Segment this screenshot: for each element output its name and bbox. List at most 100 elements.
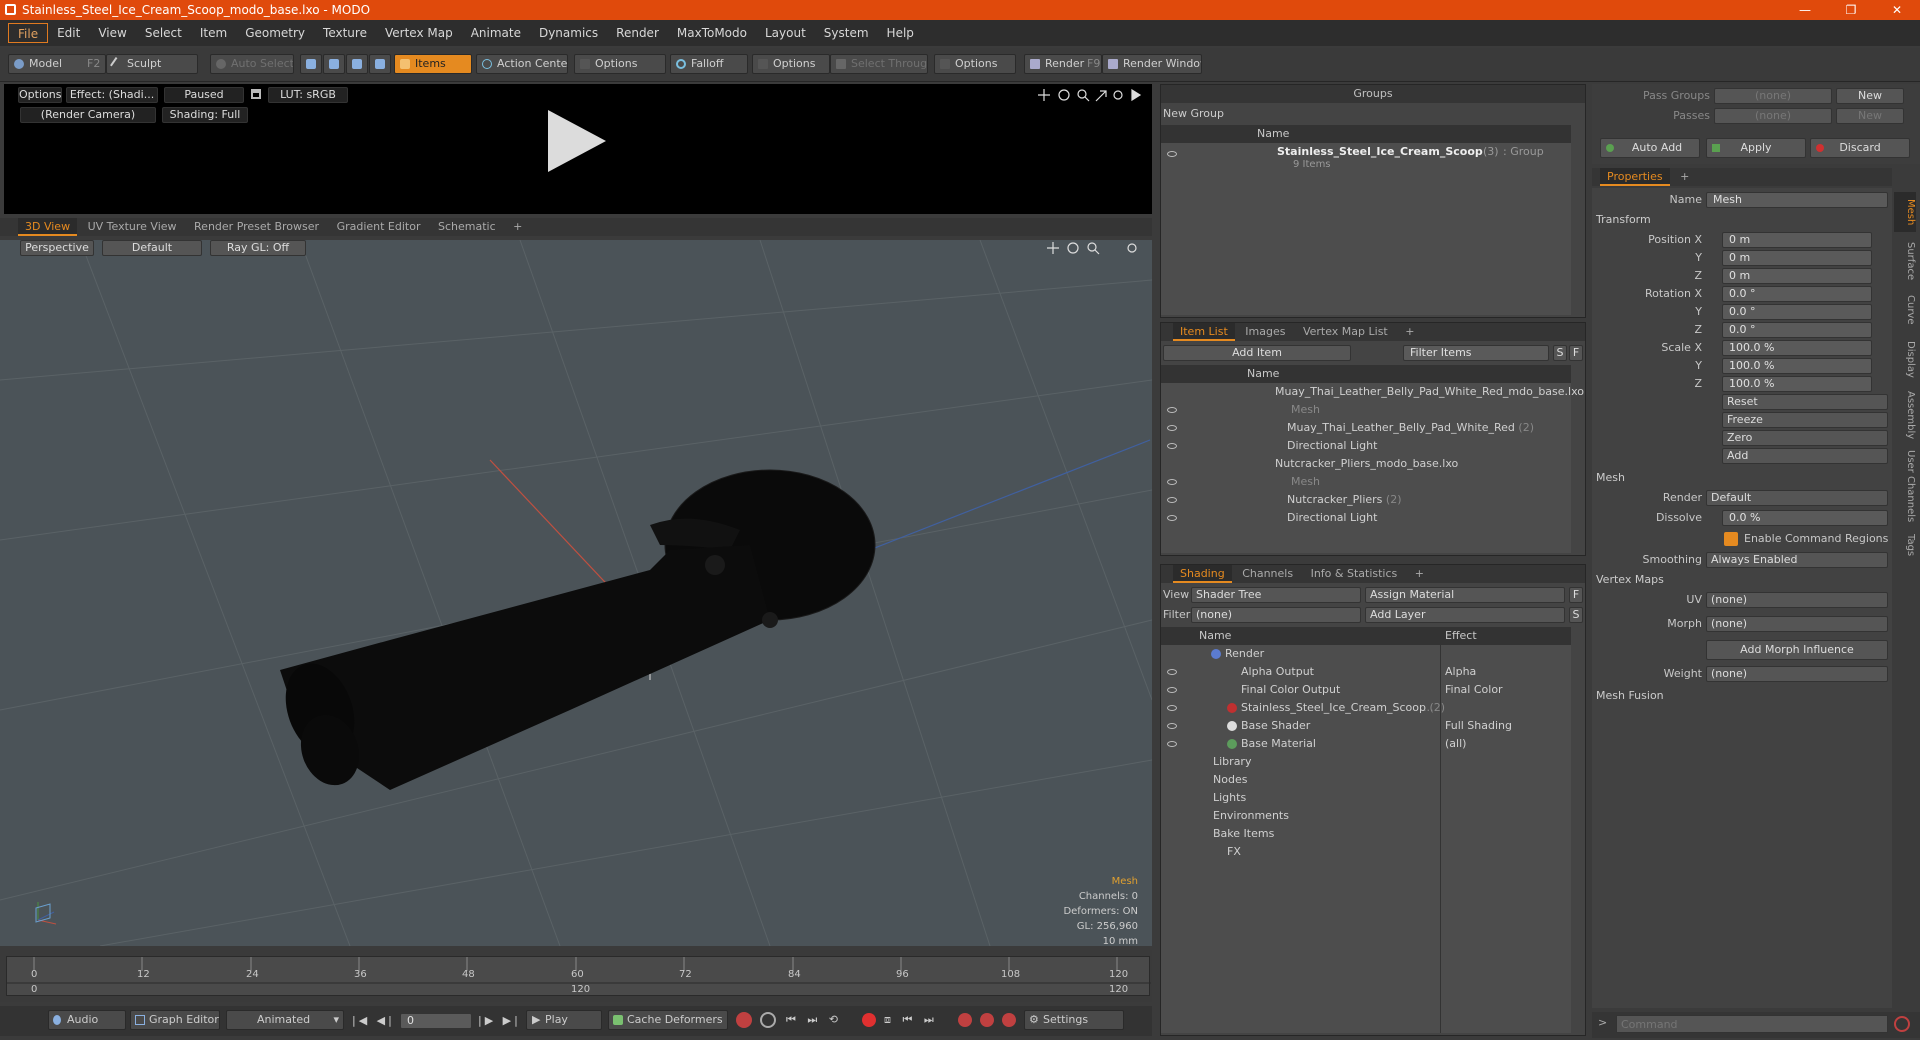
passes-dropdown[interactable]: (none) bbox=[1714, 108, 1832, 124]
select-options-button[interactable]: Options bbox=[934, 54, 1016, 74]
menu-render[interactable]: Render bbox=[607, 23, 668, 43]
eye-icon[interactable] bbox=[1167, 479, 1177, 485]
rotation-z-field[interactable]: 0.0 ° bbox=[1722, 322, 1872, 338]
add-item-dropdown[interactable]: Add Item bbox=[1163, 345, 1351, 361]
menu-animate[interactable]: Animate bbox=[462, 23, 530, 43]
enable-command-regions-checkbox[interactable] bbox=[1724, 532, 1738, 546]
menu-help[interactable]: Help bbox=[878, 23, 923, 43]
side-tab-mesh[interactable]: Mesh bbox=[1894, 192, 1916, 232]
menu-geometry[interactable]: Geometry bbox=[236, 23, 314, 43]
preview-camera-dropdown[interactable]: (Render Camera) bbox=[20, 107, 156, 123]
preview-lut-dropdown[interactable]: LUT: sRGB bbox=[268, 87, 348, 103]
record-icon[interactable] bbox=[862, 1013, 876, 1027]
settings-button[interactable]: ⚙ Settings bbox=[1024, 1010, 1124, 1030]
eye-icon[interactable] bbox=[1167, 151, 1177, 157]
shader-row-bake-items[interactable]: Bake Items bbox=[1161, 825, 1274, 843]
list-item[interactable]: Mesh bbox=[1161, 401, 1320, 419]
vertices-mode-button[interactable] bbox=[300, 54, 322, 74]
timeline-ruler[interactable]: 0 12 24 36 48 60 72 84 96 108 120 0 120 … bbox=[6, 956, 1151, 996]
viewport-nav-icons[interactable] bbox=[1046, 241, 1146, 255]
menu-layout[interactable]: Layout bbox=[756, 23, 815, 43]
eye-icon[interactable] bbox=[1167, 443, 1177, 449]
assign-material-dropdown[interactable]: Assign Material bbox=[1365, 587, 1565, 603]
eye-icon[interactable] bbox=[1167, 723, 1177, 729]
eye-icon[interactable] bbox=[1167, 687, 1177, 693]
current-frame-field[interactable]: 0 bbox=[400, 1013, 472, 1029]
shader-row-render[interactable]: Render bbox=[1161, 645, 1571, 663]
filter-items-field[interactable]: Filter Items bbox=[1403, 345, 1549, 361]
model-mode-button[interactable]: Model F2 bbox=[8, 54, 106, 74]
tab-shading[interactable]: Shading bbox=[1173, 565, 1232, 583]
scale-x-field[interactable]: 100.0 % bbox=[1722, 340, 1872, 356]
shader-row-library[interactable]: Library bbox=[1161, 753, 1251, 771]
add-dropdown[interactable]: Add bbox=[1722, 448, 1888, 464]
perspective-dropdown[interactable]: Perspective bbox=[20, 240, 94, 256]
materials-mode-button[interactable] bbox=[369, 54, 391, 74]
freeze-dropdown[interactable]: Freeze bbox=[1722, 412, 1888, 428]
mesh-fusion-section[interactable]: Mesh Fusion bbox=[1596, 688, 1896, 704]
render-dropdown[interactable]: Default bbox=[1706, 490, 1888, 506]
morph-dropdown[interactable]: (none) bbox=[1706, 616, 1888, 632]
mesh-section[interactable]: Mesh bbox=[1596, 470, 1896, 486]
menu-system[interactable]: System bbox=[815, 23, 878, 43]
list-item[interactable]: Muay_Thai_Leather_Belly_Pad_White_Red_md… bbox=[1161, 383, 1584, 401]
graph-editor-button[interactable]: Graph Editor bbox=[130, 1010, 220, 1030]
menu-edit[interactable]: Edit bbox=[48, 23, 89, 43]
tab-3d-view[interactable]: 3D View bbox=[18, 218, 78, 236]
items-mode-button[interactable]: Items bbox=[394, 54, 472, 74]
menu-dynamics[interactable]: Dynamics bbox=[530, 23, 607, 43]
transform-section[interactable]: Transform bbox=[1596, 212, 1896, 228]
tab-images[interactable]: Images bbox=[1238, 323, 1292, 341]
eye-icon[interactable] bbox=[1167, 515, 1177, 521]
command-input[interactable] bbox=[1616, 1015, 1888, 1033]
dissolve-field[interactable]: 0.0 % bbox=[1722, 510, 1888, 526]
transport-prev-buttons[interactable]: |◀ ◀| bbox=[352, 1014, 395, 1027]
auto-add-button[interactable]: Auto Add bbox=[1600, 138, 1700, 158]
shader-row-final-color[interactable]: Final Color Output Final Color bbox=[1161, 681, 1571, 699]
menu-view[interactable]: View bbox=[89, 23, 135, 43]
add-tab-icon[interactable]: + bbox=[506, 218, 529, 236]
add-tab-icon[interactable]: + bbox=[1408, 565, 1431, 583]
edges-mode-button[interactable] bbox=[323, 54, 345, 74]
key-add-icon[interactable] bbox=[958, 1013, 972, 1027]
key-clear-icon[interactable] bbox=[1002, 1013, 1016, 1027]
discard-button[interactable]: Discard bbox=[1810, 138, 1910, 158]
preview-nav-icons[interactable] bbox=[1038, 88, 1146, 102]
eye-icon[interactable] bbox=[1167, 497, 1177, 503]
name-field[interactable]: Mesh bbox=[1706, 192, 1888, 208]
play-button[interactable]: ▶ Play bbox=[526, 1010, 602, 1030]
tab-info-statistics[interactable]: Info & Statistics bbox=[1304, 565, 1405, 583]
list-item[interactable]: Directional Light bbox=[1161, 509, 1377, 527]
list-item[interactable]: Directional Light bbox=[1161, 437, 1377, 455]
eye-icon[interactable] bbox=[1167, 425, 1177, 431]
command-stop-icon[interactable] bbox=[1894, 1016, 1910, 1032]
list-item[interactable]: Muay_Thai_Leather_Belly_Pad_White_Red (2… bbox=[1161, 419, 1534, 437]
add-tab-icon[interactable]: + bbox=[1673, 168, 1696, 186]
record-key-icon[interactable] bbox=[736, 1012, 752, 1028]
zero-dropdown[interactable]: Zero bbox=[1722, 430, 1888, 446]
tab-properties[interactable]: Properties bbox=[1600, 168, 1670, 186]
eye-icon[interactable] bbox=[1167, 407, 1177, 413]
shader-row-nodes[interactable]: Nodes bbox=[1161, 771, 1247, 789]
pass-groups-dropdown[interactable]: (none) bbox=[1714, 88, 1832, 104]
audio-button[interactable]: Audio bbox=[48, 1010, 126, 1030]
falloff-button[interactable]: Falloff bbox=[670, 54, 748, 74]
action-center-button[interactable]: Action Center bbox=[476, 54, 568, 74]
group-item-name[interactable]: Stainless_Steel_Ice_Cream_Scoop bbox=[1277, 145, 1483, 158]
weight-dropdown[interactable]: (none) bbox=[1706, 666, 1888, 682]
rotation-y-field[interactable]: 0.0 ° bbox=[1722, 304, 1872, 320]
menu-texture[interactable]: Texture bbox=[314, 23, 376, 43]
menu-maxtomodo[interactable]: MaxToModo bbox=[668, 23, 756, 43]
polygons-mode-button[interactable] bbox=[346, 54, 368, 74]
menu-item[interactable]: Item bbox=[191, 23, 236, 43]
shading-f-button[interactable]: F bbox=[1569, 587, 1583, 603]
tab-channels[interactable]: Channels bbox=[1235, 565, 1300, 583]
ice-cream-scoop-mesh[interactable] bbox=[270, 430, 990, 790]
falloff-options-button[interactable]: Options bbox=[752, 54, 830, 74]
add-layer-dropdown[interactable]: Add Layer bbox=[1365, 607, 1565, 623]
auto-select-button[interactable]: Auto Select bbox=[210, 54, 294, 74]
shader-row-fx[interactable]: FX bbox=[1161, 843, 1241, 861]
tab-render-preset-browser[interactable]: Render Preset Browser bbox=[187, 218, 326, 236]
preview-paused-button[interactable]: Paused bbox=[164, 87, 244, 103]
add-morph-influence-button[interactable]: Add Morph Influence bbox=[1706, 640, 1888, 660]
